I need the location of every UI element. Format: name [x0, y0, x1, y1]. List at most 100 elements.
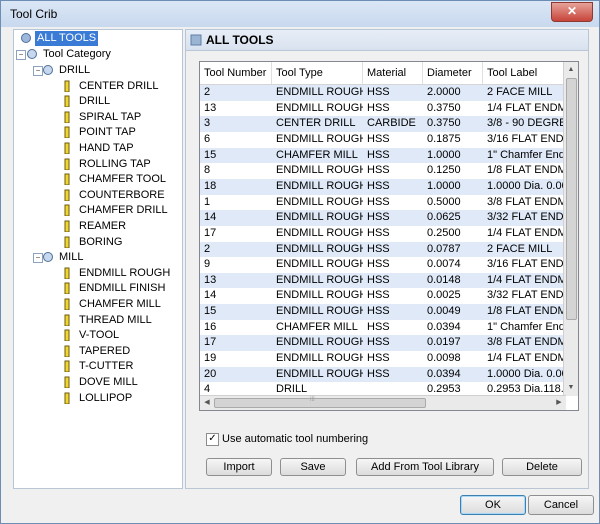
ok-button[interactable]: OK	[460, 495, 526, 515]
tree-item-tool[interactable]: DOVE MILL	[62, 375, 140, 390]
table-cell: HSS	[367, 101, 390, 114]
vertical-scrollbar[interactable]: ▲ ▼	[563, 62, 578, 396]
tree-item-tool[interactable]: CHAMFER DRILL	[62, 203, 170, 218]
horizontal-scroll-thumb[interactable]: ⦙⦙⦙	[214, 396, 426, 408]
table-cell: ENDMILL ROUGH	[276, 352, 363, 365]
tree-item-tool[interactable]: ROLLING TAP	[62, 157, 153, 172]
table-cell: ENDMILL ROUGH	[276, 195, 363, 208]
tool-crib-dialog: Tool Crib ✕ ALL TOOLS − Tool Category − DRIL…	[0, 0, 600, 524]
add-from-library-button[interactable]: Add From Tool Library	[356, 458, 494, 476]
table-row[interactable]: 6 ENDMILL ROUGH HSS 0.1875 3/16 FLAT ENDMI	[200, 132, 566, 148]
table-row[interactable]: 18 ENDMILL ROUGH HSS 1.0000 1.0000 Dia. 0.00	[200, 178, 566, 195]
tree-item-tool[interactable]: COUNTERBORE	[62, 188, 167, 203]
table-cell: HSS	[367, 258, 390, 271]
table-row[interactable]: 3 CENTER DRILL CARBIDE 0.3750 3/8 - 90 DEGRE…	[200, 116, 566, 132]
table-cell: 3/8 FLAT ENDMI	[487, 195, 566, 208]
tree-label: THREAD MILL	[79, 313, 152, 326]
tree-item-drill[interactable]: DRILL	[42, 63, 92, 78]
table-cell: 3	[204, 117, 211, 130]
all-tools-icon	[21, 33, 31, 44]
tree-item-tool[interactable]: LOLLIPOP	[62, 391, 134, 406]
tree-item-tool[interactable]: TAPERED	[62, 344, 132, 359]
col-tool-type[interactable]: Tool Type	[272, 62, 363, 84]
tools-panel: ALL TOOLS Tool Number Tool Type Material…	[185, 29, 589, 489]
tools-table[interactable]: Tool Number Tool Type Material Diameter …	[199, 61, 579, 411]
col-tool-number[interactable]: Tool Number	[200, 62, 272, 84]
import-button[interactable]: Import	[206, 458, 272, 476]
tree-item-tool[interactable]: BORING	[62, 235, 124, 250]
table-row[interactable]: 8 ENDMILL ROUGH HSS 0.1250 1/8 FLAT ENDMI	[200, 163, 566, 179]
close-button[interactable]: ✕	[551, 2, 593, 22]
table-cell: 17	[204, 336, 217, 349]
horizontal-scrollbar[interactable]: ◀ ⦙⦙⦙ ▶	[200, 395, 566, 410]
cancel-button[interactable]: Cancel	[528, 495, 594, 515]
auto-numbering-checkbox[interactable]: ✓	[206, 433, 219, 446]
panel-title: ALL TOOLS	[206, 33, 274, 47]
table-row[interactable]: 19 ENDMILL ROUGH HSS 0.0098 1/4 FLAT ENDMI	[200, 351, 566, 367]
tree-item-tool[interactable]: HAND TAP	[62, 141, 136, 156]
tree-item-tool[interactable]: CHAMFER TOOL	[62, 172, 168, 187]
scroll-right-icon[interactable]: ▶	[553, 397, 565, 409]
tree-label: CENTER DRILL	[79, 79, 159, 92]
table-cell: 0.0098	[427, 352, 461, 365]
table-cell: ENDMILL ROUGH	[276, 179, 363, 192]
tree-item-tool[interactable]: T-CUTTER	[62, 359, 135, 374]
tool-icon	[64, 314, 70, 326]
expander-tool-category[interactable]: −	[16, 50, 26, 60]
table-row[interactable]: 16 CHAMFER MILL HSS 0.0394 1" Chamfer Endm	[200, 320, 566, 336]
tree-item-tool[interactable]: CHAMFER MILL	[62, 297, 163, 312]
col-diameter[interactable]: Diameter	[423, 62, 483, 84]
table-row[interactable]: 9 ENDMILL ROUGH HSS 0.0074 3/16 FLAT ENDMI	[200, 257, 566, 273]
table-row[interactable]: 13 ENDMILL ROUGH HSS 0.3750 1/4 FLAT ENDMIL	[200, 101, 566, 117]
table-cell: HSS	[367, 289, 390, 302]
table-cell: HSS	[367, 226, 390, 239]
tool-icon	[64, 236, 70, 248]
tree-item-tool[interactable]: SPIRAL TAP	[62, 110, 143, 125]
scroll-down-icon[interactable]: ▼	[565, 382, 577, 394]
save-button[interactable]: Save	[280, 458, 346, 476]
dialog-body: ALL TOOLS − Tool Category − DRILL CENTER DRIL…	[7, 29, 594, 519]
tree-item-tool[interactable]: REAMER	[62, 219, 128, 234]
table-cell: 0.5000	[427, 195, 461, 208]
table-cell: HSS	[367, 148, 390, 161]
tree-item-mill[interactable]: MILL	[42, 250, 85, 265]
table-cell: 1.0000	[427, 148, 461, 161]
tree-item-tool[interactable]: ENDMILL FINISH	[62, 281, 167, 296]
vertical-scroll-thumb[interactable]	[566, 78, 577, 320]
table-row[interactable]: 20 ENDMILL ROUGH HSS 0.0394 1.0000 Dia. 0.00	[200, 366, 566, 383]
table-cell: 3/8 - 90 DEGREE	[487, 117, 566, 130]
col-tool-label[interactable]: Tool Label	[483, 62, 566, 84]
tree-label: ENDMILL FINISH	[79, 282, 166, 295]
table-cell: 0.0148	[427, 273, 461, 286]
delete-button[interactable]: Delete	[502, 458, 582, 476]
table-cell: 2.0000	[427, 86, 461, 98]
tree-item-tool[interactable]: DRILL	[62, 94, 112, 109]
tool-tree[interactable]: ALL TOOLS − Tool Category − DRILL CENTER DRIL…	[13, 29, 183, 489]
table-row[interactable]: 1 ENDMILL ROUGH HSS 0.5000 3/8 FLAT ENDMI	[200, 195, 566, 211]
table-row[interactable]: 14 ENDMILL ROUGH HSS 0.0625 3/32 FLAT ENDMI	[200, 210, 566, 226]
table-row[interactable]: 2 ENDMILL ROUGH HSS 2.0000 2 FACE MILL	[200, 85, 566, 101]
tree-item-tool[interactable]: THREAD MILL	[62, 313, 154, 328]
tree-item-all-tools[interactable]: ALL TOOLS	[20, 31, 99, 46]
tree-item-tool-category[interactable]: Tool Category	[26, 47, 113, 62]
table-row[interactable]: 13 ENDMILL ROUGH HSS 0.0148 1/4 FLAT ENDMI	[200, 272, 566, 289]
table-cell: ENDMILL ROUGH	[276, 367, 363, 380]
table-cell: HSS	[367, 336, 390, 349]
table-row[interactable]: 14 ENDMILL ROUGH HSS 0.0025 3/32 FLAT ENDMI	[200, 288, 566, 304]
table-row[interactable]: 15 ENDMILL ROUGH HSS 0.0049 1/8 FLAT ENDMI	[200, 304, 566, 320]
auto-numbering-label[interactable]: Use automatic tool numbering	[222, 433, 368, 445]
tree-item-tool[interactable]: V-TOOL	[62, 328, 121, 343]
tree-label: V-TOOL	[79, 329, 120, 342]
tree-item-tool[interactable]: POINT TAP	[62, 125, 138, 140]
tree-item-tool[interactable]: ENDMILL ROUGH	[62, 266, 172, 281]
col-material[interactable]: Material	[363, 62, 423, 84]
table-row[interactable]: 15 CHAMFER MILL HSS 1.0000 1" Chamfer Endm	[200, 147, 566, 164]
table-row[interactable]: 2 ENDMILL ROUGH HSS 0.0787 2 FACE MILL	[200, 241, 566, 258]
table-row[interactable]: 17 ENDMILL ROUGH HSS 0.2500 1/4 FLAT ENDMI	[200, 226, 566, 242]
table-cell: ENDMILL ROUGH	[276, 273, 363, 286]
tree-label: DRILL	[79, 95, 111, 108]
table-row[interactable]: 17 ENDMILL ROUGH HSS 0.0197 3/8 FLAT ENDMI	[200, 335, 566, 352]
scroll-left-icon[interactable]: ◀	[201, 397, 213, 409]
tree-item-tool[interactable]: CENTER DRILL	[62, 79, 160, 94]
scroll-up-icon[interactable]: ▲	[565, 64, 577, 76]
